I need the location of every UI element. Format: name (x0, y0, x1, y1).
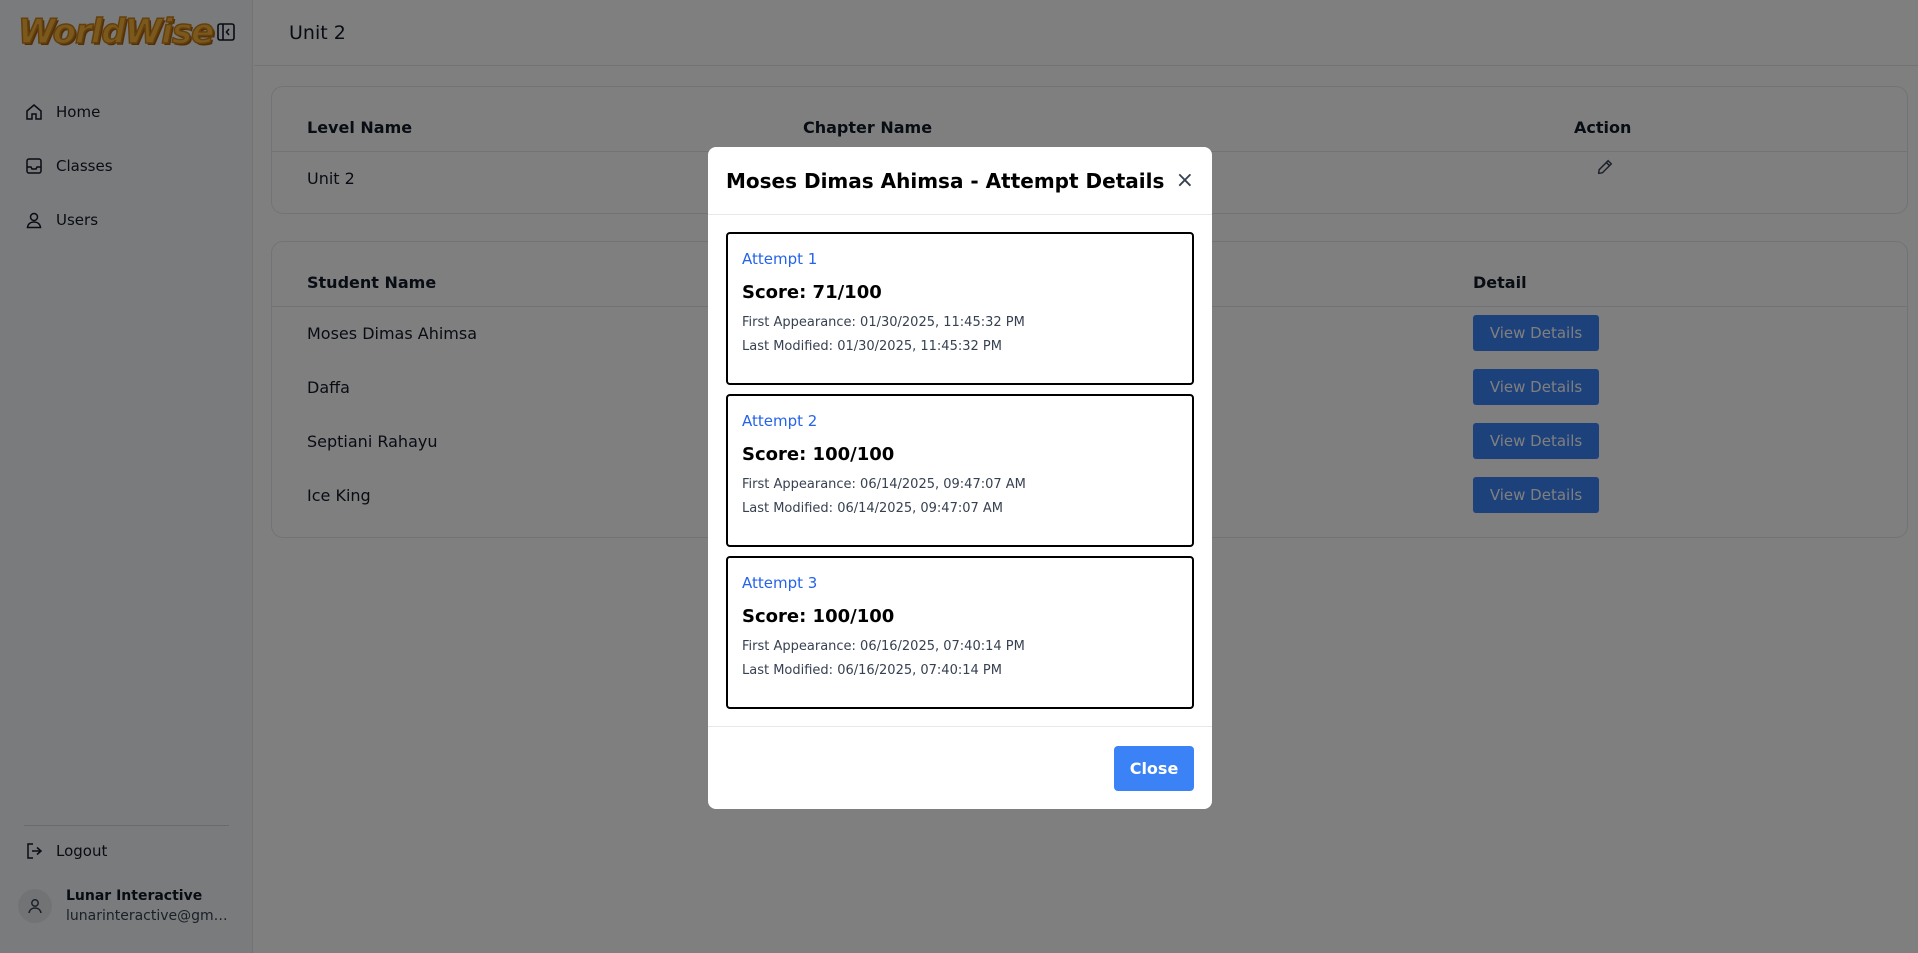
attempt-card: Attempt 3 Score: 100/100 First Appearanc… (726, 556, 1194, 709)
attempt-first-appearance: First Appearance: 06/16/2025, 07:40:14 P… (742, 639, 1025, 654)
attempt-card: Attempt 2 Score: 100/100 First Appearanc… (726, 394, 1194, 547)
modal-footer: Close (708, 726, 1212, 809)
attempt-details-modal: Moses Dimas Ahimsa - Attempt Details × A… (708, 147, 1212, 809)
attempt-title: Attempt 2 (742, 412, 818, 430)
attempt-title: Attempt 1 (742, 250, 818, 268)
attempt-score: Score: 100/100 (742, 606, 895, 627)
attempt-title: Attempt 3 (742, 574, 818, 592)
modal-body: Attempt 1 Score: 71/100 First Appearance… (708, 215, 1212, 709)
modal-header: Moses Dimas Ahimsa - Attempt Details × (708, 147, 1212, 215)
attempt-card: Attempt 1 Score: 71/100 First Appearance… (726, 232, 1194, 385)
attempt-first-appearance: First Appearance: 06/14/2025, 09:47:07 A… (742, 477, 1026, 492)
attempt-first-appearance: First Appearance: 01/30/2025, 11:45:32 P… (742, 315, 1025, 330)
attempt-last-modified: Last Modified: 06/16/2025, 07:40:14 PM (742, 663, 1002, 678)
attempt-last-modified: Last Modified: 01/30/2025, 11:45:32 PM (742, 339, 1002, 354)
close-button[interactable]: Close (1114, 746, 1194, 791)
attempt-score: Score: 71/100 (742, 282, 882, 303)
attempt-score: Score: 100/100 (742, 444, 895, 465)
close-icon[interactable]: × (1176, 169, 1194, 192)
modal-title: Moses Dimas Ahimsa - Attempt Details (726, 168, 1165, 193)
attempt-last-modified: Last Modified: 06/14/2025, 09:47:07 AM (742, 501, 1004, 516)
